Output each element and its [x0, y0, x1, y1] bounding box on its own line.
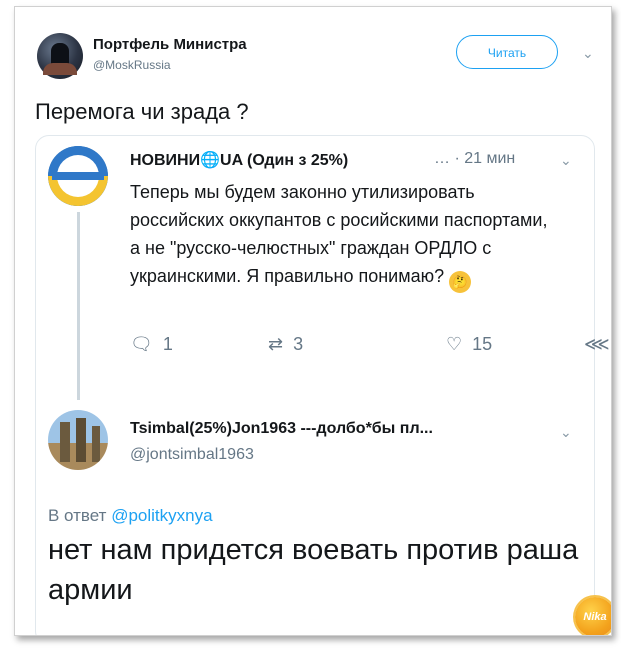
thinking-face-icon: 🤔	[449, 271, 472, 293]
chevron-down-icon[interactable]: ⌄	[582, 45, 594, 62]
retweet-icon: ⇄	[268, 334, 284, 354]
retweet-action[interactable]: ⇄ 3	[268, 334, 303, 355]
reply-author-avatar[interactable]	[48, 410, 108, 470]
follow-button[interactable]: Читать	[456, 35, 558, 69]
reply-context: В ответ @politkyxnya	[48, 506, 213, 526]
heart-icon: ♡	[446, 334, 463, 354]
tweet-actions: 🗨 1 ⇄ 3 ♡ 15 ⋘	[130, 334, 610, 358]
quoted-text: Теперь мы будем законно утилизировать ро…	[130, 178, 550, 293]
chevron-down-icon[interactable]: ⌄	[560, 424, 572, 441]
reply-action[interactable]: 🗨 1	[130, 334, 173, 355]
quoted-author-name-suffix: UA (Один з 25%)	[220, 152, 349, 169]
chevron-down-icon[interactable]: ⌄	[560, 152, 572, 169]
nika-logo: Nika	[575, 597, 611, 635]
quoted-author-avatar[interactable]	[48, 146, 108, 206]
quoted-thread[interactable]: НОВИНИ🌐UA (Один з 25%) … · 21 мин ⌄ Тепе…	[35, 135, 610, 635]
quoted-text-body: Теперь мы будем законно утилизировать ро…	[130, 182, 548, 286]
reply-mention-link[interactable]: @politkyxnya	[111, 506, 212, 525]
like-count: 15	[472, 334, 493, 354]
reply-author-name[interactable]: Tsimbal(25%)Jon1963 ---долбо*бы пл...	[130, 420, 433, 438]
retweet-count: 3	[293, 334, 304, 354]
author-handle[interactable]: @MoskRussia	[93, 58, 171, 72]
quoted-author-name[interactable]: НОВИНИ🌐UA (Один з 25%)	[130, 150, 348, 170]
reply-count: 1	[162, 334, 173, 354]
share-icon[interactable]: ⋘	[584, 334, 610, 355]
author-name[interactable]: Портфель Министра	[93, 36, 247, 53]
like-action[interactable]: ♡ 15	[446, 334, 492, 355]
quoted-meta: … · 21 мин	[434, 150, 516, 167]
reply-author-handle[interactable]: @jontsimbal1963	[130, 446, 254, 464]
author-avatar[interactable]	[37, 33, 83, 79]
reply-prefix: В ответ	[48, 506, 107, 525]
thread-line	[77, 212, 80, 400]
reply-text: нет нам придется воевать против раша арм…	[48, 534, 579, 606]
reply-icon: 🗨	[130, 334, 153, 354]
quoted-author-name-part: НОВИНИ	[130, 152, 201, 169]
tweet-text: Перемога чи зрада ?	[35, 99, 249, 124]
tweet-screenshot: Портфель Министра @MoskRussia Читать ⌄ П…	[14, 6, 612, 636]
globe-icon: 🌐	[200, 152, 221, 169]
